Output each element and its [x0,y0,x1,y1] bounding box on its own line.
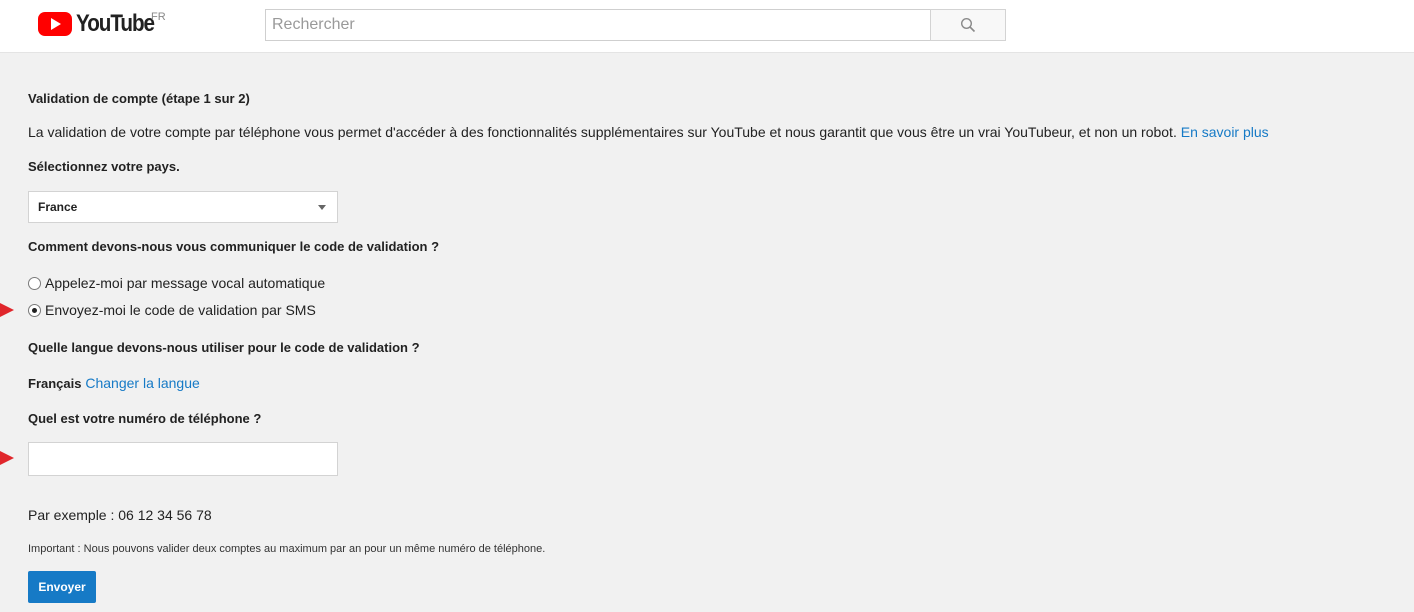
annotation-arrow-sms [0,303,14,317]
radio-voice-call-label: Appelez-moi par message vocal automatiqu… [45,275,326,291]
radio-sms[interactable]: Envoyez-moi le code de validation par SM… [28,302,316,318]
radio-voice-call[interactable]: Appelez-moi par message vocal automatiqu… [28,275,325,291]
page-title: Validation de compte (étape 1 sur 2) [28,91,250,106]
radio-sms-label: Envoyez-moi le code de validation par SM… [45,302,316,318]
youtube-logo[interactable]: YouTube [38,9,167,39]
radio-voice-call-button[interactable] [28,276,41,290]
radio-sms-button[interactable] [28,303,41,317]
learn-more-link[interactable]: En savoir plus [1181,124,1269,140]
country-label: Sélectionnez votre pays. [28,159,180,174]
logo-region: FR [151,11,166,23]
important-text: Nous pouvons valider deux comptes au max… [83,543,546,555]
change-language-link[interactable]: Changer la langue [85,375,199,391]
search-button[interactable] [930,9,1006,41]
search-icon [960,17,976,33]
important-note: Important : Nous pouvons valider deux co… [28,543,545,555]
logo-text: YouTube [76,10,155,37]
country-select[interactable]: France [28,191,338,223]
annotation-arrow-phone [0,451,14,465]
top-bar: YouTube FR [0,0,1414,53]
language-row: Français Changer la langue [28,375,200,391]
submit-button[interactable]: Envoyer [28,571,96,603]
chevron-down-icon [318,205,326,210]
intro-paragraph: La validation de votre compte par téléph… [28,124,1269,140]
search-input[interactable] [265,9,930,41]
youtube-play-icon [38,12,72,36]
country-value: France [38,200,78,214]
language-label: Quelle langue devons-nous utiliser pour … [28,340,420,355]
phone-number-input[interactable] [28,442,338,476]
method-label: Comment devons-nous vous communiquer le … [28,239,440,254]
important-prefix: Important : [28,543,81,555]
language-value: Français [28,376,82,391]
phone-label: Quel est votre numéro de téléphone ? [28,411,262,426]
intro-text: La validation de votre compte par téléph… [28,124,1177,140]
phone-example: Par exemple : 06 12 34 56 78 [28,507,212,523]
